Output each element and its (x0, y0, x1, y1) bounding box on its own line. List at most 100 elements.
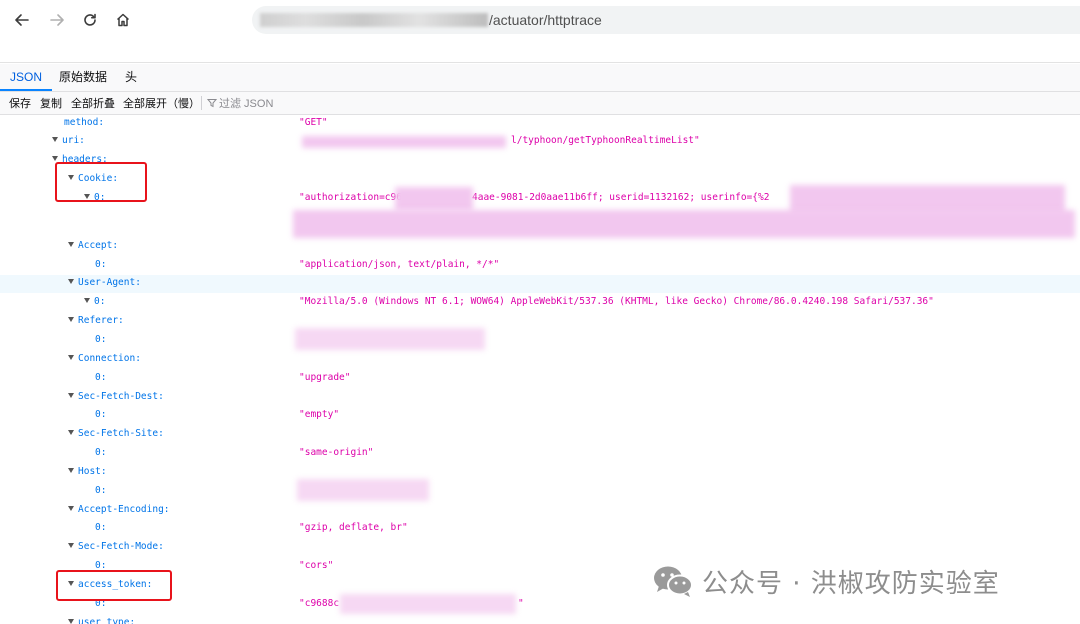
expand-toggle-icon[interactable] (68, 430, 74, 435)
expand-all-button[interactable]: 全部展开（慢） (123, 95, 200, 111)
value-sec-fetch-mode: "cors" (299, 560, 334, 571)
key-host-0: 0: (95, 485, 107, 496)
key-sec-fetch-mode: Sec-Fetch-Mode: (68, 541, 164, 552)
tab-json[interactable]: JSON (0, 64, 53, 91)
expand-toggle-icon[interactable] (68, 317, 74, 322)
tree-row-accept-0[interactable]: 0: "application/json, text/plain, */*" (0, 257, 1080, 275)
tree-row-user-agent[interactable]: User-Agent: (0, 275, 1080, 293)
watermark: 公众号 · 洪椒攻防实验室 (652, 560, 1000, 602)
key-user-type: user_type: (68, 617, 135, 624)
highlight-box-cookie (55, 162, 147, 202)
expand-toggle-icon[interactable] (52, 156, 58, 161)
watermark-text: 公众号 · 洪椒攻防实验室 (702, 568, 1000, 599)
collapse-all-button[interactable]: 全部折叠 (71, 95, 115, 111)
tree-row-sec-fetch-dest[interactable]: Sec-Fetch-Dest: (0, 389, 1080, 407)
key-sec-fetch-dest: Sec-Fetch-Dest: (68, 391, 164, 402)
redacted-host (297, 479, 429, 501)
save-button[interactable]: 保存 (9, 95, 31, 111)
key-accept-encoding: Accept-Encoding: (68, 504, 170, 515)
tree-row-sec-fetch-site[interactable]: Sec-Fetch-Site: (0, 426, 1080, 444)
action-divider (201, 96, 202, 110)
back-arrow-icon[interactable] (10, 8, 34, 32)
expand-toggle-icon[interactable] (68, 242, 74, 247)
key-uri: uri: (52, 135, 85, 146)
filter-placeholder: 过滤 JSON (219, 98, 274, 110)
tree-row-accept-encoding[interactable]: Accept-Encoding: (0, 502, 1080, 520)
home-icon[interactable] (111, 8, 135, 32)
expand-toggle-icon[interactable] (52, 137, 58, 142)
redacted-uri-prefix (302, 136, 506, 148)
tree-row-accept[interactable]: Accept: (0, 238, 1080, 256)
tree-row-referer[interactable]: Referer: (0, 313, 1080, 331)
tab-headers[interactable]: 头 (115, 64, 147, 91)
url-redaction (260, 13, 488, 27)
tree-row-connection[interactable]: Connection: (0, 351, 1080, 369)
tree-row-accept-encoding-0[interactable]: 0: "gzip, deflate, br" (0, 520, 1080, 538)
key-sec-fetch-site: Sec-Fetch-Site: (68, 428, 164, 439)
tree-row-method[interactable]: method: "GET" (0, 115, 1080, 133)
value-connection: "upgrade" (299, 372, 351, 383)
tree-row-host-0[interactable]: 0: (0, 483, 1080, 501)
value-cookie-middle: 4aae-9081-2d0aae11b6ff; userid=1132162; … (472, 192, 770, 203)
tree-row-uri[interactable]: uri: l/typhoon/getTyphoonRealtimeList" (0, 133, 1080, 151)
key-sec-fetch-site-0: 0: (95, 447, 107, 458)
redacted-access-token (340, 594, 516, 614)
expand-toggle-icon[interactable] (68, 279, 74, 284)
url-bar[interactable]: /actuator/httptrace (252, 6, 1080, 34)
key-accept-0: 0: (95, 259, 107, 270)
value-method: "GET" (299, 117, 328, 128)
expand-toggle-icon[interactable] (84, 298, 90, 303)
tree-row-sec-fetch-dest-0[interactable]: 0: "empty" (0, 407, 1080, 425)
browser-toolbar: /actuator/httptrace (0, 0, 1080, 40)
tree-row-sec-fetch-mode[interactable]: Sec-Fetch-Mode: (0, 539, 1080, 557)
url-text: /actuator/httptrace (489, 12, 602, 28)
json-action-toolbar: 保存 复制 全部折叠 全部展开（慢） 过滤 JSON (0, 92, 1080, 115)
tree-row-user-agent-0[interactable]: 0: "Mozilla/5.0 (Windows NT 6.1; WOW64) … (0, 294, 1080, 312)
value-accept: "application/json, text/plain, */*" (299, 259, 500, 270)
value-uri: l/typhoon/getTyphoonRealtimeList" (511, 135, 700, 146)
tree-row-headers[interactable]: headers: (0, 152, 1080, 170)
filter-json-input[interactable]: 过滤 JSON (207, 95, 273, 111)
key-connection: Connection: (68, 353, 141, 364)
reload-icon[interactable] (78, 8, 102, 32)
expand-toggle-icon[interactable] (68, 619, 74, 624)
key-referer: Referer: (68, 315, 124, 326)
key-connection-0: 0: (95, 372, 107, 383)
value-access-token-suffix: " (518, 598, 524, 609)
key-sec-fetch-dest-0: 0: (95, 409, 107, 420)
forward-arrow-icon[interactable] (45, 8, 69, 32)
tree-row-connection-0[interactable]: 0: "upgrade" (0, 370, 1080, 388)
value-cookie-start: "authorization=c96 (299, 192, 402, 203)
toolbar-divider (0, 62, 1080, 63)
redacted-referer (295, 328, 485, 350)
value-user-agent: "Mozilla/5.0 (Windows NT 6.1; WOW64) App… (299, 296, 934, 307)
tree-row-user-type[interactable]: user_type: (0, 615, 1080, 624)
json-tree: method: "GET" uri: l/typhoon/getTyphoonR… (0, 115, 1080, 624)
copy-button[interactable]: 复制 (40, 95, 62, 111)
expand-toggle-icon[interactable] (68, 393, 74, 398)
filter-icon (207, 99, 217, 108)
key-host: Host: (68, 466, 107, 477)
key-user-agent-0: 0: (84, 296, 105, 307)
highlight-box-access-token (56, 570, 172, 601)
key-method: method: (64, 117, 105, 128)
tree-row-sec-fetch-site-0[interactable]: 0: "same-origin" (0, 445, 1080, 463)
wechat-icon (654, 566, 693, 597)
value-accept-encoding: "gzip, deflate, br" (299, 522, 408, 533)
expand-toggle-icon[interactable] (68, 543, 74, 548)
tree-row-host[interactable]: Host: (0, 464, 1080, 482)
value-sec-fetch-site: "same-origin" (299, 447, 374, 458)
expand-toggle-icon[interactable] (68, 355, 74, 360)
value-access-token-prefix: "c9688c (299, 598, 340, 609)
tab-raw-data[interactable]: 原始数据 (49, 64, 117, 91)
tree-row-referer-0[interactable]: 0: (0, 332, 1080, 350)
viewer-tabs: JSON 原始数据 头 (0, 64, 1080, 92)
expand-toggle-icon[interactable] (68, 468, 74, 473)
key-accept: Accept: (68, 240, 118, 251)
key-accept-encoding-0: 0: (95, 522, 107, 533)
redacted-cookie-line2 (293, 210, 1075, 238)
redacted-cookie-part (395, 187, 473, 211)
key-user-agent: User-Agent: (68, 277, 141, 288)
expand-toggle-icon[interactable] (68, 506, 74, 511)
value-sec-fetch-dest: "empty" (299, 409, 340, 420)
